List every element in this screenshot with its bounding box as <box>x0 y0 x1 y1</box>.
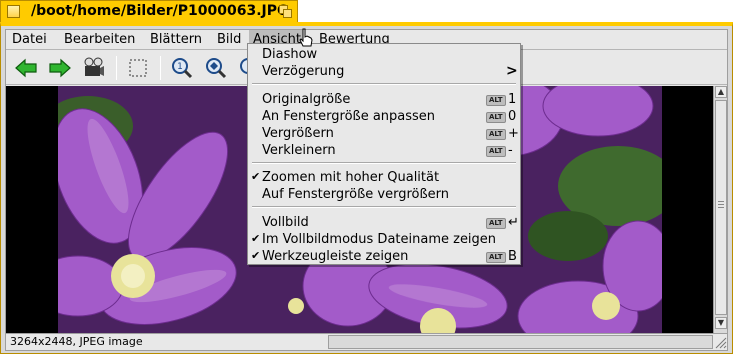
zoom-original-icon[interactable]: 1 <box>170 57 194 79</box>
menu-item-vergroessern[interactable]: Vergrößern ALT + <box>248 125 520 142</box>
menu-datei[interactable]: Datei <box>12 32 47 47</box>
scroll-down-arrow-icon[interactable]: ▼ <box>715 317 727 329</box>
alt-key-icon: ALT <box>486 252 506 263</box>
scroll-grip <box>718 207 724 208</box>
zoom-window-button[interactable] <box>279 5 292 18</box>
status-bar: 3264x2448, JPEG image <box>6 333 727 350</box>
svg-text:1: 1 <box>177 62 183 72</box>
scroll-up-arrow-icon[interactable]: ▲ <box>715 86 727 98</box>
check-mark-icon: ✔ <box>251 170 261 183</box>
scroll-thumb[interactable] <box>715 100 727 315</box>
submenu-arrow-icon: > <box>506 63 518 79</box>
check-mark-icon: ✔ <box>251 249 261 262</box>
menu-blaettern[interactable]: Blättern <box>150 32 202 47</box>
selection-mode-icon[interactable] <box>126 57 150 79</box>
menu-item-fit-window[interactable]: An Fenstergröße anpassen ALT 0 <box>248 108 520 125</box>
alt-key-icon: ALT <box>486 112 506 123</box>
menu-divider <box>252 162 516 164</box>
window-title-tab[interactable]: /boot/home/Bilder/P1000063.JPG <box>0 0 298 22</box>
alt-key-icon: ALT <box>486 129 506 140</box>
horizontal-scrollbar[interactable] <box>328 335 713 349</box>
menu-item-verzoegerung[interactable]: Verzögerung > <box>248 63 520 80</box>
alt-key-icon: ALT <box>486 218 506 229</box>
toolbar-separator <box>116 56 117 80</box>
hand-cursor-icon <box>298 28 314 48</box>
menu-item-verkleinern[interactable]: Verkleinern ALT - <box>248 142 520 159</box>
scroll-grip <box>718 201 724 202</box>
image-info: 3264x2448, JPEG image <box>10 335 143 348</box>
check-mark-icon: ✔ <box>251 232 261 245</box>
menu-item-diashow[interactable]: Diashow <box>248 46 520 63</box>
menu-item-show-toolbar[interactable]: ✔ Werkzeugleiste zeigen ALT B <box>248 248 520 265</box>
forward-arrow-icon[interactable] <box>48 57 72 79</box>
resize-handle-icon[interactable] <box>713 335 727 349</box>
window-title: /boot/home/Bilder/P1000063.JPG <box>31 3 289 19</box>
menu-divider <box>252 206 516 208</box>
alt-key-icon: ALT <box>486 146 506 157</box>
menu-bearbeiten[interactable]: Bearbeiten <box>64 32 135 47</box>
alt-key-icon: ALT <box>486 95 506 106</box>
menu-divider <box>252 83 516 85</box>
vertical-scrollbar[interactable]: ▲ ▼ <box>713 86 727 333</box>
menu-item-high-quality-zoom[interactable]: ✔ Zoomen mit hoher Qualität <box>248 169 520 186</box>
menu-bild[interactable]: Bild <box>217 32 241 47</box>
slideshow-projector-icon[interactable] <box>82 57 106 79</box>
scroll-grip <box>718 204 724 205</box>
close-button[interactable] <box>7 5 20 18</box>
toolbar-separator <box>160 56 161 80</box>
zoom-fit-icon[interactable] <box>204 57 228 79</box>
view-menu: Diashow Verzögerung > Originalgröße ALT … <box>247 43 521 265</box>
back-arrow-icon[interactable] <box>14 57 38 79</box>
menu-item-vollbild[interactable]: Vollbild ALT ↵ <box>248 214 520 231</box>
enter-key-icon: ↵ <box>508 215 519 230</box>
menu-item-enlarge-to-window[interactable]: Auf Fenstergröße vergrößern <box>248 186 520 203</box>
menu-item-originalgroesse[interactable]: Originalgröße ALT 1 <box>248 91 520 108</box>
menu-item-show-filename-fullscreen[interactable]: ✔ Im Vollbildmodus Dateiname zeigen <box>248 231 520 248</box>
